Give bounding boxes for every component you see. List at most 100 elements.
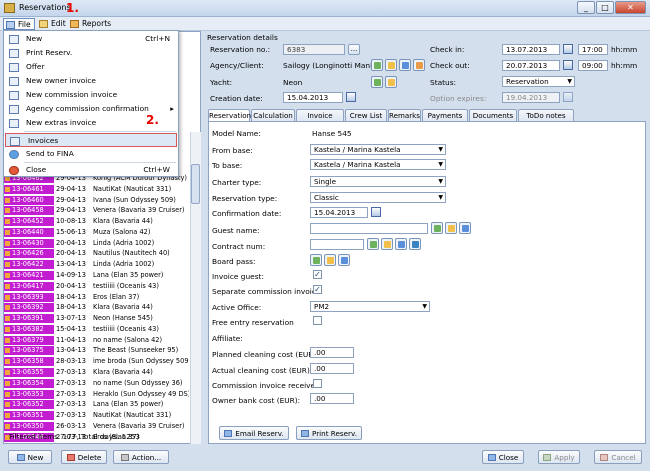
menu-item-offer[interactable]: Offer	[4, 60, 178, 74]
table-row[interactable]: 13-06421 14-09-13 Lana (Elan 35 power)	[4, 271, 190, 281]
menu-item-print-reserv[interactable]: Print Reserv.	[4, 46, 178, 60]
reservation-id-text: 13-06351	[12, 411, 44, 420]
table-row[interactable]: 13-06458 29-04-13 Venera (Bavaria 39 Cruis…	[4, 206, 190, 216]
reservation-date: 27-03-13	[56, 368, 86, 377]
actual-cleaning-field[interactable]: .00	[310, 363, 354, 374]
reservation-type-select[interactable]: Classic ▼	[310, 192, 446, 203]
calendar-icon[interactable]	[563, 60, 573, 70]
menu-item-invoices[interactable]: Invoices	[5, 133, 177, 147]
guest-add-icon[interactable]	[431, 222, 443, 234]
table-row[interactable]: 13-06354 27-03-13 no name (Sun Odyssey 36)	[4, 378, 190, 388]
table-row[interactable]: 13-06375 13-04-13 The Beast (Sunseeker 95)	[4, 346, 190, 356]
reservation-id: 13-06392	[4, 303, 54, 313]
charter-type-select[interactable]: Single ▼	[310, 176, 446, 187]
agency-edit-icon[interactable]	[399, 59, 411, 71]
table-row[interactable]: 13-06422 13-04-13 Linda (Adria 1002)	[4, 260, 190, 270]
menu-item-new[interactable]: New Ctrl+N	[4, 32, 178, 46]
creation-date-field[interactable]: 15.04.2013	[283, 92, 343, 103]
calendar-icon[interactable]	[371, 207, 381, 217]
reservation-id: 13-06421	[4, 271, 54, 281]
reservation-boat: Heraklo (Sun Odyssey 49 DS)	[93, 389, 189, 398]
menu-item-send-to-fina[interactable]: Send to FINA	[4, 147, 178, 161]
menu-item-new-owner-invoice[interactable]: New owner invoice	[4, 74, 178, 88]
yacht-add-icon[interactable]	[371, 76, 383, 88]
status-dot-icon	[5, 423, 10, 429]
agency-search-icon[interactable]	[385, 59, 397, 71]
invoice-guest-checkbox[interactable]: ✓	[313, 270, 322, 279]
table-row[interactable]: 13-06430 20-04-13 Linda (Adria 1002)	[4, 238, 190, 248]
table-row[interactable]: 13-06355 27-03-13 Klara (Bavaria 44)	[4, 368, 190, 378]
table-row[interactable]: 13-06358 28-03-13 ime broda (Sun Odyssey 5…	[4, 357, 190, 367]
commission-received-checkbox[interactable]	[313, 379, 322, 388]
table-row[interactable]: 13-06352 27-03-13 Lana (Elan 35 power)	[4, 400, 190, 410]
print-reserv-button[interactable]: Print Reserv.	[296, 426, 362, 440]
reservation-no-lookup-button[interactable]: ...	[348, 44, 360, 55]
checkin-time-field[interactable]: 17:00	[578, 44, 608, 55]
to-base-select[interactable]: Kastela / Marina Kastela ▼	[310, 159, 446, 170]
table-row[interactable]: 13-06461 29-04-13 NautiKat (Nauticat 331)	[4, 184, 190, 194]
email-reserv-button[interactable]: Email Reserv.	[219, 426, 289, 440]
planned-cleaning-field[interactable]: .00	[310, 347, 354, 358]
free-entry-checkbox[interactable]	[313, 316, 322, 325]
cancel-button[interactable]: Cancel	[594, 450, 642, 464]
close-button[interactable]: Close	[482, 450, 524, 464]
table-row[interactable]: 13-06350 26-03-13 Venera (Bavaria 39 Cruis…	[4, 421, 190, 431]
menu-item-close[interactable]: Close Ctrl+W	[4, 163, 178, 177]
menu-item-new-commission-invoice[interactable]: New commission invoice	[4, 88, 178, 102]
contract-search-icon[interactable]	[381, 238, 393, 250]
active-office-select[interactable]: PM2 ▼	[310, 301, 430, 312]
checkin-date-field[interactable]: 13.07.2013	[502, 44, 560, 55]
checkout-date-field[interactable]: 20.07.2013	[502, 60, 560, 71]
status-dot-icon	[5, 273, 10, 279]
delete-button[interactable]: Delete	[61, 450, 107, 464]
guest-search-icon[interactable]	[445, 222, 457, 234]
table-row[interactable]: 13-06391 13-07-13 Neon (Hanse 545)	[4, 314, 190, 324]
action-button[interactable]: Action...	[113, 450, 169, 464]
yacht-search-icon[interactable]	[385, 76, 397, 88]
new-button[interactable]: New	[8, 450, 52, 464]
table-row[interactable]: 13-06460 29-04-13 Ivana (Sun Odyssey 509)	[4, 195, 190, 205]
board-search-icon[interactable]	[324, 254, 336, 266]
table-row[interactable]: 13-06393 18-04-13 Eros (Elan 37)	[4, 292, 190, 302]
board-edit-icon[interactable]	[338, 254, 350, 266]
reservation-id: 13-06350	[4, 421, 54, 431]
minimize-button[interactable]: _	[577, 1, 595, 14]
guest-name-field[interactable]	[310, 223, 428, 234]
contract-add-icon[interactable]	[367, 238, 379, 250]
calendar-icon[interactable]	[563, 44, 573, 54]
guest-name-label: Guest name:	[212, 226, 260, 235]
from-base-select[interactable]: Kastela / Marina Kastela ▼	[310, 144, 446, 155]
file-menu-icon	[6, 21, 15, 29]
reservation-boat: Klara (Bavaria 44)	[93, 303, 153, 312]
table-row[interactable]: 13-06440 15-06-13 Muza (Salona 42)	[4, 227, 190, 237]
calendar-icon[interactable]	[346, 92, 356, 102]
reservation-no-field[interactable]: 6383	[283, 44, 345, 55]
table-row[interactable]: 13-06351 27-03-13 NautiKat (Nauticat 331)	[4, 411, 190, 421]
table-row[interactable]: 13-06452 10-08-13 Klara (Bavaria 44)	[4, 217, 190, 227]
menu-file[interactable]: File	[3, 18, 35, 30]
close-window-button[interactable]: ✕	[615, 1, 646, 14]
table-row[interactable]: 13-06417 20-04-13 testiiiii (Oceanis 43)	[4, 281, 190, 291]
contract-edit-icon[interactable]	[395, 238, 407, 250]
table-row[interactable]: 13-06382 15-04-13 testiiiii (Oceanis 43)	[4, 324, 190, 334]
apply-button[interactable]: Apply	[538, 450, 580, 464]
contract-view-icon[interactable]	[409, 238, 421, 250]
menu-reports[interactable]: Reports	[68, 18, 111, 30]
checkout-time-field[interactable]: 09:00	[578, 60, 608, 71]
agency-add-icon[interactable]	[371, 59, 383, 71]
owner-bank-cost-field[interactable]: .00	[310, 393, 354, 404]
guest-edit-icon[interactable]	[459, 222, 471, 234]
maximize-button[interactable]: □	[596, 1, 614, 14]
status-select[interactable]: Reservation ▼	[502, 76, 575, 87]
agency-info-icon[interactable]	[413, 59, 425, 71]
menu-edit[interactable]: Edit	[37, 18, 67, 30]
table-row[interactable]: 13-06353 27-03-13 Heraklo (Sun Odyssey 49 …	[4, 389, 190, 399]
separate-commission-checkbox[interactable]: ✓	[313, 285, 322, 294]
scrollbar-thumb[interactable]	[191, 164, 200, 204]
table-row[interactable]: 13-06379 11-04-13 no name (Salona 42)	[4, 335, 190, 345]
table-row[interactable]: 13-06392 18-04-13 Klara (Bavaria 44)	[4, 303, 190, 313]
confirmation-date-field[interactable]: 15.04.2013	[310, 207, 368, 218]
table-row[interactable]: 13-06426 20-04-13 Nautilus (Nautitech 40)	[4, 249, 190, 259]
board-add-icon[interactable]	[310, 254, 322, 266]
contract-num-field[interactable]	[310, 239, 364, 250]
